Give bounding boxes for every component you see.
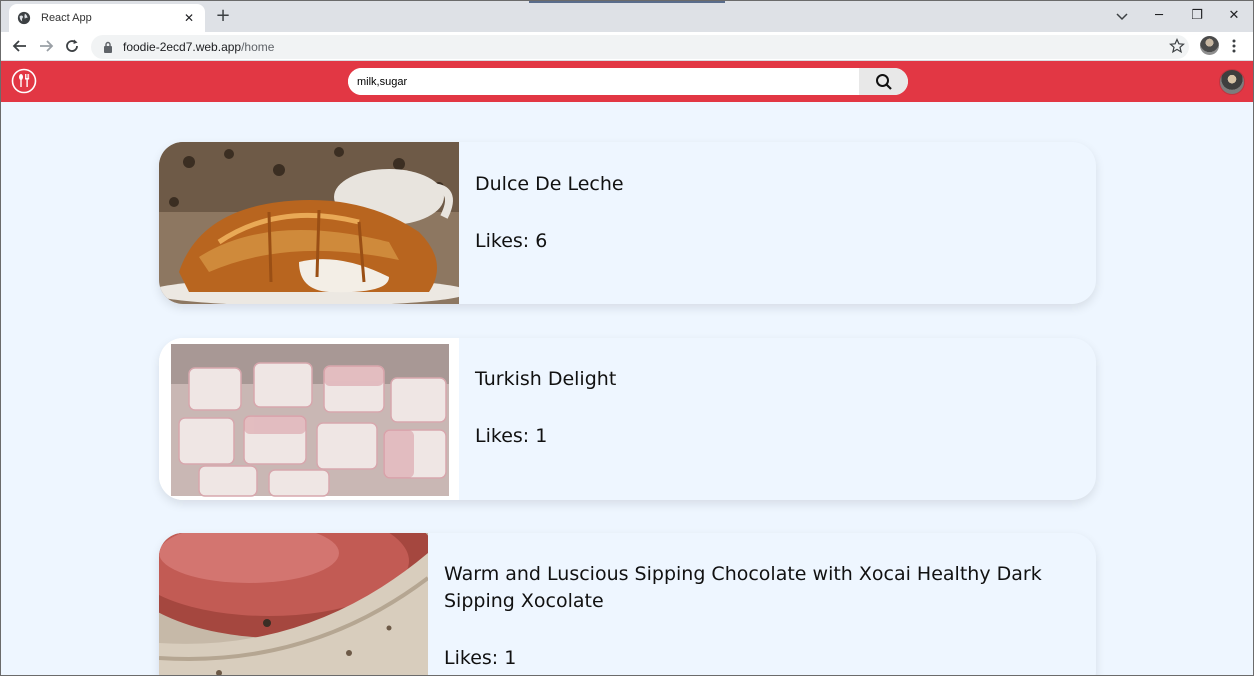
reload-icon[interactable] (64, 38, 80, 54)
search-input[interactable] (348, 68, 859, 95)
recipe-title[interactable]: Turkish Delight (475, 366, 1080, 393)
tab-title: React App (41, 12, 92, 24)
arrow-left-icon[interactable] (12, 38, 28, 54)
recipe-card[interactable]: Turkish Delight Likes: 1 (159, 338, 1096, 500)
recipe-info: Warm and Luscious Sipping Chocolate with… (428, 533, 1096, 675)
minimize-icon[interactable]: ─ (1147, 6, 1171, 26)
recipe-photo (159, 338, 459, 500)
restore-icon[interactable]: ❐ (1185, 6, 1209, 26)
recipe-photo (159, 142, 459, 304)
arrow-right-icon[interactable] (38, 38, 54, 54)
recipe-card[interactable]: Dulce De Leche Likes: 6 (159, 142, 1096, 304)
address-bar[interactable]: foodie-2ecd7.web.app/home (91, 35, 1189, 59)
recipe-title[interactable]: Warm and Luscious Sipping Chocolate with… (444, 561, 1080, 615)
url-host: foodie-2ecd7.web.app (123, 40, 242, 54)
browser-tab[interactable]: React App ✕ (9, 4, 205, 32)
search-bar (348, 68, 908, 95)
search-button[interactable] (859, 68, 908, 95)
recipe-likes: Likes: 1 (444, 647, 517, 669)
recipe-title[interactable]: Dulce De Leche (475, 171, 1080, 198)
browser-toolbar: foodie-2ecd7.web.app/home (1, 32, 1253, 61)
recipe-info: Dulce De Leche Likes: 6 (459, 142, 1096, 304)
url-path: /home (241, 40, 275, 54)
recipe-image[interactable] (159, 533, 428, 675)
window-close-icon[interactable]: ✕ (1222, 6, 1246, 26)
globe-icon (17, 11, 31, 25)
tab-strip-indicator (529, 1, 725, 3)
kebab-icon[interactable] (1231, 38, 1237, 54)
app-header (1, 61, 1253, 102)
recipe-list: Dulce De Leche Likes: 6 Turkish Delight … (1, 102, 1253, 675)
tab-strip: React App ✕ + ─ ❐ ✕ (1, 1, 1253, 32)
chevron-down-icon[interactable] (1114, 8, 1130, 24)
tab-close-icon[interactable]: ✕ (181, 11, 197, 25)
recipe-image[interactable] (159, 142, 459, 304)
recipe-info: Turkish Delight Likes: 1 (459, 338, 1096, 500)
recipe-photo (159, 533, 428, 675)
recipe-likes: Likes: 6 (475, 230, 548, 252)
fork-spoon-logo-icon[interactable] (11, 68, 37, 94)
search-icon (875, 73, 892, 90)
browser-window: React App ✕ + ─ ❐ ✕ foodie-2ecd7.web.app… (0, 0, 1254, 676)
new-tab-icon[interactable]: + (213, 7, 233, 27)
browser-profile-avatar[interactable] (1200, 36, 1219, 55)
avatar[interactable] (1219, 69, 1245, 95)
recipe-card[interactable]: Warm and Luscious Sipping Chocolate with… (159, 533, 1096, 675)
url-text: foodie-2ecd7.web.app/home (123, 40, 274, 54)
lock-icon[interactable] (103, 41, 113, 53)
recipe-image[interactable] (159, 338, 459, 500)
star-icon[interactable] (1169, 38, 1185, 54)
recipe-likes: Likes: 1 (475, 425, 548, 447)
